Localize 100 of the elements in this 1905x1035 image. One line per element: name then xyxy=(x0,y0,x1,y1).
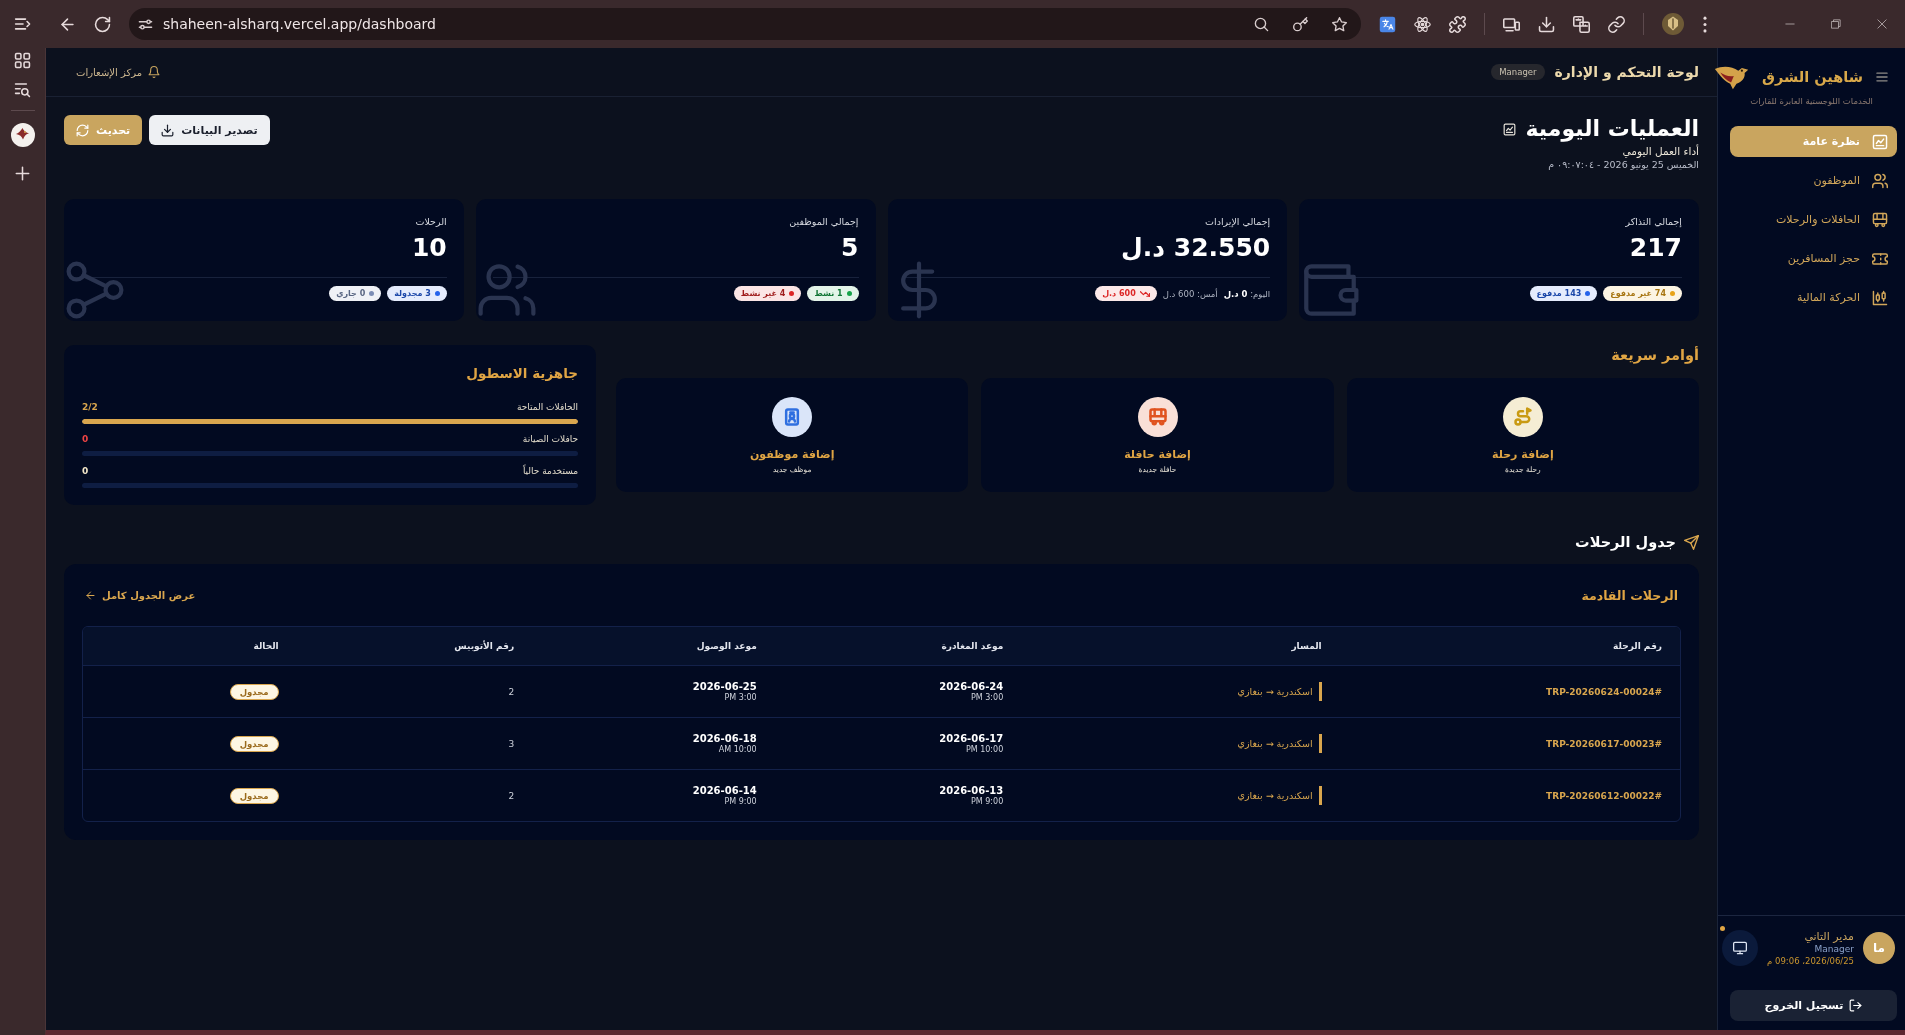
app-icon[interactable] xyxy=(10,123,35,147)
badge-text: 0 جاري xyxy=(336,289,366,298)
sidebar-toggle-icon[interactable] xyxy=(13,15,32,33)
section-title: أوامر سريعة xyxy=(1610,345,1699,365)
route-text: اسكندرية → بنغازي xyxy=(1237,734,1322,753)
devices-icon[interactable] xyxy=(1503,15,1520,33)
puzzle-icon[interactable] xyxy=(1449,15,1466,33)
connected-nodes-icon xyxy=(66,261,124,319)
route-text: اسكندرية → بنغازي xyxy=(1237,682,1322,701)
trip-id: #TRP-20260612-00022 xyxy=(1546,790,1662,801)
plus-icon[interactable] xyxy=(14,165,31,182)
stat-label: إجمالي الإيرادات xyxy=(1205,215,1271,229)
menu-icon[interactable] xyxy=(1702,15,1708,33)
fleet-value: 0 xyxy=(82,433,89,444)
grid-icon[interactable] xyxy=(14,52,31,69)
dashboard-title: لوحة التحكم و الإدارة xyxy=(1554,64,1699,80)
stat-value: 10 xyxy=(411,233,447,263)
star-icon[interactable] xyxy=(1332,16,1347,32)
view-all-link[interactable]: عرض الجدول كامل xyxy=(85,589,196,601)
fleet-label: مستخدمة حالياً xyxy=(522,465,578,476)
role-badge: Manager xyxy=(1491,64,1545,80)
column-header: رقم الرحلة xyxy=(1612,641,1663,651)
atom-icon[interactable] xyxy=(1414,15,1431,33)
fleet-value: 2/2 xyxy=(82,401,98,412)
logout-icon xyxy=(1849,999,1863,1012)
status-dot-icon xyxy=(1720,926,1726,931)
nav-item[interactable]: الحافلات والرحلات xyxy=(1730,204,1897,235)
time-text: 10:00 PM xyxy=(965,745,1004,754)
send-icon xyxy=(1684,534,1699,550)
brand-name: شاهين الشرق xyxy=(1762,69,1863,85)
translate-page-icon[interactable] xyxy=(1573,15,1590,33)
date-text: 2026-06-18 xyxy=(692,733,757,744)
card-title: الرحلات القادمة xyxy=(1581,587,1678,603)
stat-value: 5 xyxy=(841,233,859,263)
close-icon[interactable] xyxy=(1877,19,1887,29)
bus-icon xyxy=(1137,397,1178,437)
monitor-icon xyxy=(1733,941,1748,955)
table-cell: 2 xyxy=(508,790,515,801)
page-title: العمليات اليومية xyxy=(1525,115,1699,143)
nav-item[interactable]: حجز المسافرين xyxy=(1730,243,1897,274)
back-icon[interactable] xyxy=(59,15,76,33)
route-icon xyxy=(1502,397,1543,437)
stat-label: الرحلات xyxy=(415,215,447,229)
key-icon[interactable] xyxy=(1293,16,1308,32)
trip-id: #TRP-20260624-00024 xyxy=(1546,686,1662,697)
download-icon xyxy=(161,123,175,137)
yesterday-revenue-text: أمس: 600 د.ل xyxy=(1162,288,1218,299)
user-avatar: ما xyxy=(1863,932,1895,964)
logout-button[interactable]: تسجيل الخروج xyxy=(1730,990,1897,1021)
status-badge: مجدول xyxy=(229,735,279,752)
address-bar[interactable]: shaheen-alsharq.vercel.app/dashboard xyxy=(129,8,1361,40)
user-name: مدير التاني xyxy=(1803,930,1854,943)
date-text: 2026-06-14 xyxy=(692,785,757,796)
badge-text: 3 مجدولة xyxy=(394,289,431,298)
export-button[interactable]: تصدير البيانات xyxy=(149,115,270,145)
status-badge: مجدول xyxy=(229,683,279,700)
column-header: موعد الوصول xyxy=(695,641,758,651)
restore-icon[interactable] xyxy=(1831,19,1841,29)
table-cell: 2 xyxy=(508,686,515,697)
chart-icon xyxy=(1502,122,1516,136)
download-icon[interactable] xyxy=(1538,15,1555,33)
users-icon xyxy=(1872,172,1888,189)
nav-item[interactable]: الحركة المالية xyxy=(1730,282,1897,313)
fleet-value: 0 xyxy=(82,465,89,476)
reload-icon[interactable] xyxy=(94,15,111,33)
tab-search-icon[interactable] xyxy=(14,81,31,98)
badge-text: 600 د.ل xyxy=(1102,289,1136,298)
card-title: جاهزية الاسطول xyxy=(465,364,578,383)
stat-label: إجمالي الموظفين xyxy=(789,215,859,229)
profile-icon[interactable] xyxy=(1662,13,1684,35)
badge-text: 4 غير نشط xyxy=(740,289,786,298)
column-header: المسار xyxy=(1290,641,1323,651)
ticket-icon xyxy=(1872,250,1888,267)
stat-label: إجمالي التذاكر xyxy=(1625,215,1682,229)
column-header: رقم الأتوبيس xyxy=(453,641,516,651)
badge-text: 74 غير مدفوع xyxy=(1610,289,1666,298)
zoom-icon[interactable] xyxy=(1254,16,1269,32)
nav-item[interactable]: الموظفون xyxy=(1730,165,1897,196)
link-icon[interactable] xyxy=(1608,15,1625,33)
fleet-label: حافلات الصيانة xyxy=(522,433,578,444)
notifications-link[interactable]: مركز الإشعارات xyxy=(76,66,161,78)
column-header: موعد المغادرة xyxy=(940,641,1005,651)
display-mode-button[interactable] xyxy=(1722,930,1759,966)
section-title: جدول الرحلات xyxy=(1575,534,1676,550)
badge-text: 1 نشط xyxy=(814,289,843,298)
table-cell: 3 xyxy=(508,738,515,749)
last-login-text: 2026/06/25، 09:06 م xyxy=(1767,956,1854,966)
date-text: 2026-06-13 xyxy=(939,785,1004,796)
time-text: 9:00 PM xyxy=(724,797,757,806)
date-text: 2026-06-17 xyxy=(939,733,1004,744)
badge-text: 143 مدفوع xyxy=(1536,289,1582,298)
translate-icon[interactable] xyxy=(1379,15,1396,33)
stat-value: 217 xyxy=(1629,233,1682,263)
date-text: 2026-06-24 xyxy=(939,681,1004,692)
refresh-icon xyxy=(76,123,89,137)
users-icon xyxy=(477,261,536,319)
date-text: الخميس 25 يونيو 2026 - ٠٩:٠٧:٠٤ م xyxy=(1547,159,1699,170)
date-text: 2026-06-25 xyxy=(692,681,757,692)
tune-icon[interactable] xyxy=(138,16,153,32)
time-text: 9:00 PM xyxy=(971,797,1004,806)
